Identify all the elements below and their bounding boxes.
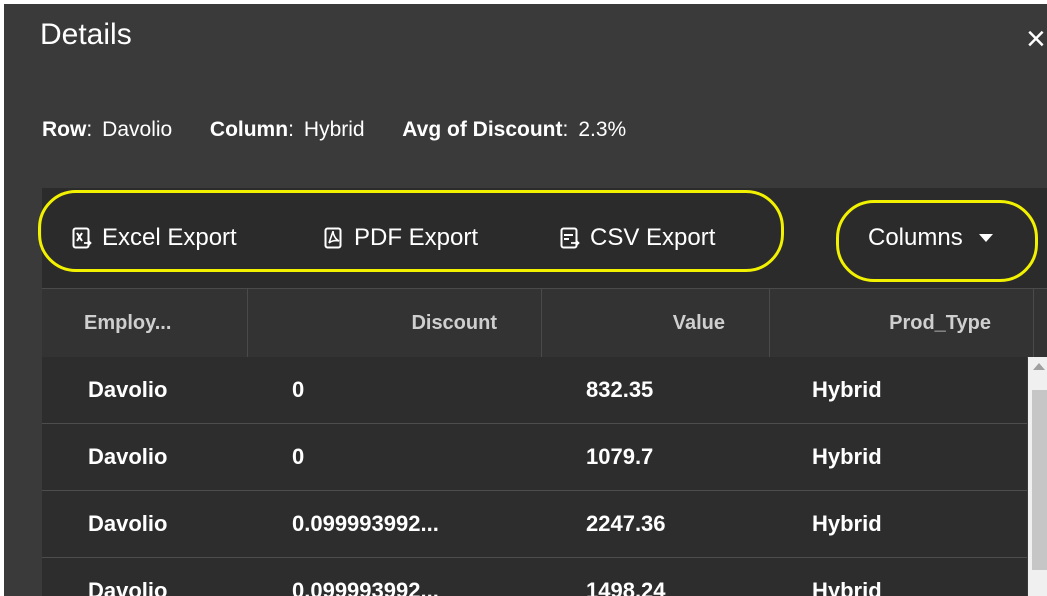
cell-employee: Davolio — [88, 511, 168, 536]
header-discount[interactable]: Discount — [248, 289, 542, 357]
cell-prod-type: Hybrid — [812, 444, 882, 469]
details-dialog: Details × Row: Davolio Column: Hybrid Avg … — [4, 4, 1047, 596]
export-highlight — [38, 190, 784, 272]
dialog-title: Details — [40, 18, 132, 51]
cell-employee: Davolio — [88, 444, 168, 469]
scrollbar-thumb[interactable] — [1032, 390, 1047, 570]
header-value[interactable]: Value — [542, 289, 770, 357]
cell-employee: Davolio — [88, 377, 168, 402]
scroll-up-icon[interactable] — [1033, 363, 1045, 370]
cell-discount: 0 — [292, 377, 305, 402]
cell-info: Row: Davolio Column: Hybrid Avg of Discoun… — [42, 118, 627, 141]
cell-discount: 0.099993992... — [292, 578, 439, 596]
cell-prod-type: Hybrid — [812, 578, 882, 596]
table-row[interactable]: Davolio 0.099993992... 2247.36 Hybrid — [42, 491, 1027, 558]
table-row[interactable]: Davolio 0 832.35 Hybrid — [42, 357, 1027, 424]
cell-discount: 0 — [292, 444, 305, 469]
aggregate-value: 2.3% — [578, 118, 627, 141]
cell-discount: 0.099993992... — [292, 511, 439, 536]
vertical-scrollbar[interactable] — [1028, 357, 1047, 596]
row-value: Davolio — [102, 118, 173, 141]
aggregate-key: Avg of Discount — [402, 118, 563, 141]
header-prod-type[interactable]: Prod_Type — [770, 289, 1034, 357]
column-value: Hybrid — [303, 118, 365, 141]
cell-employee: Davolio — [88, 578, 168, 596]
table-row[interactable]: Davolio 0 1079.7 Hybrid — [42, 424, 1027, 491]
cell-value: 2247.36 — [586, 511, 666, 536]
table-row[interactable]: Davolio 0.099993992... 1498.24 Hybrid — [42, 558, 1027, 596]
cell-value: 1498.24 — [586, 578, 666, 596]
column-key: Column — [209, 118, 289, 141]
grid-header: Employ... Discount Value Prod_Type — [42, 288, 1047, 358]
header-employee[interactable]: Employ... — [42, 289, 248, 357]
row-key: Row — [42, 118, 87, 141]
cell-prod-type: Hybrid — [812, 377, 882, 402]
columns-highlight — [836, 200, 1038, 282]
close-icon[interactable]: × — [1026, 22, 1046, 56]
cell-value: 1079.7 — [586, 444, 654, 469]
cell-prod-type: Hybrid — [812, 511, 882, 536]
cell-value: 832.35 — [586, 377, 654, 402]
